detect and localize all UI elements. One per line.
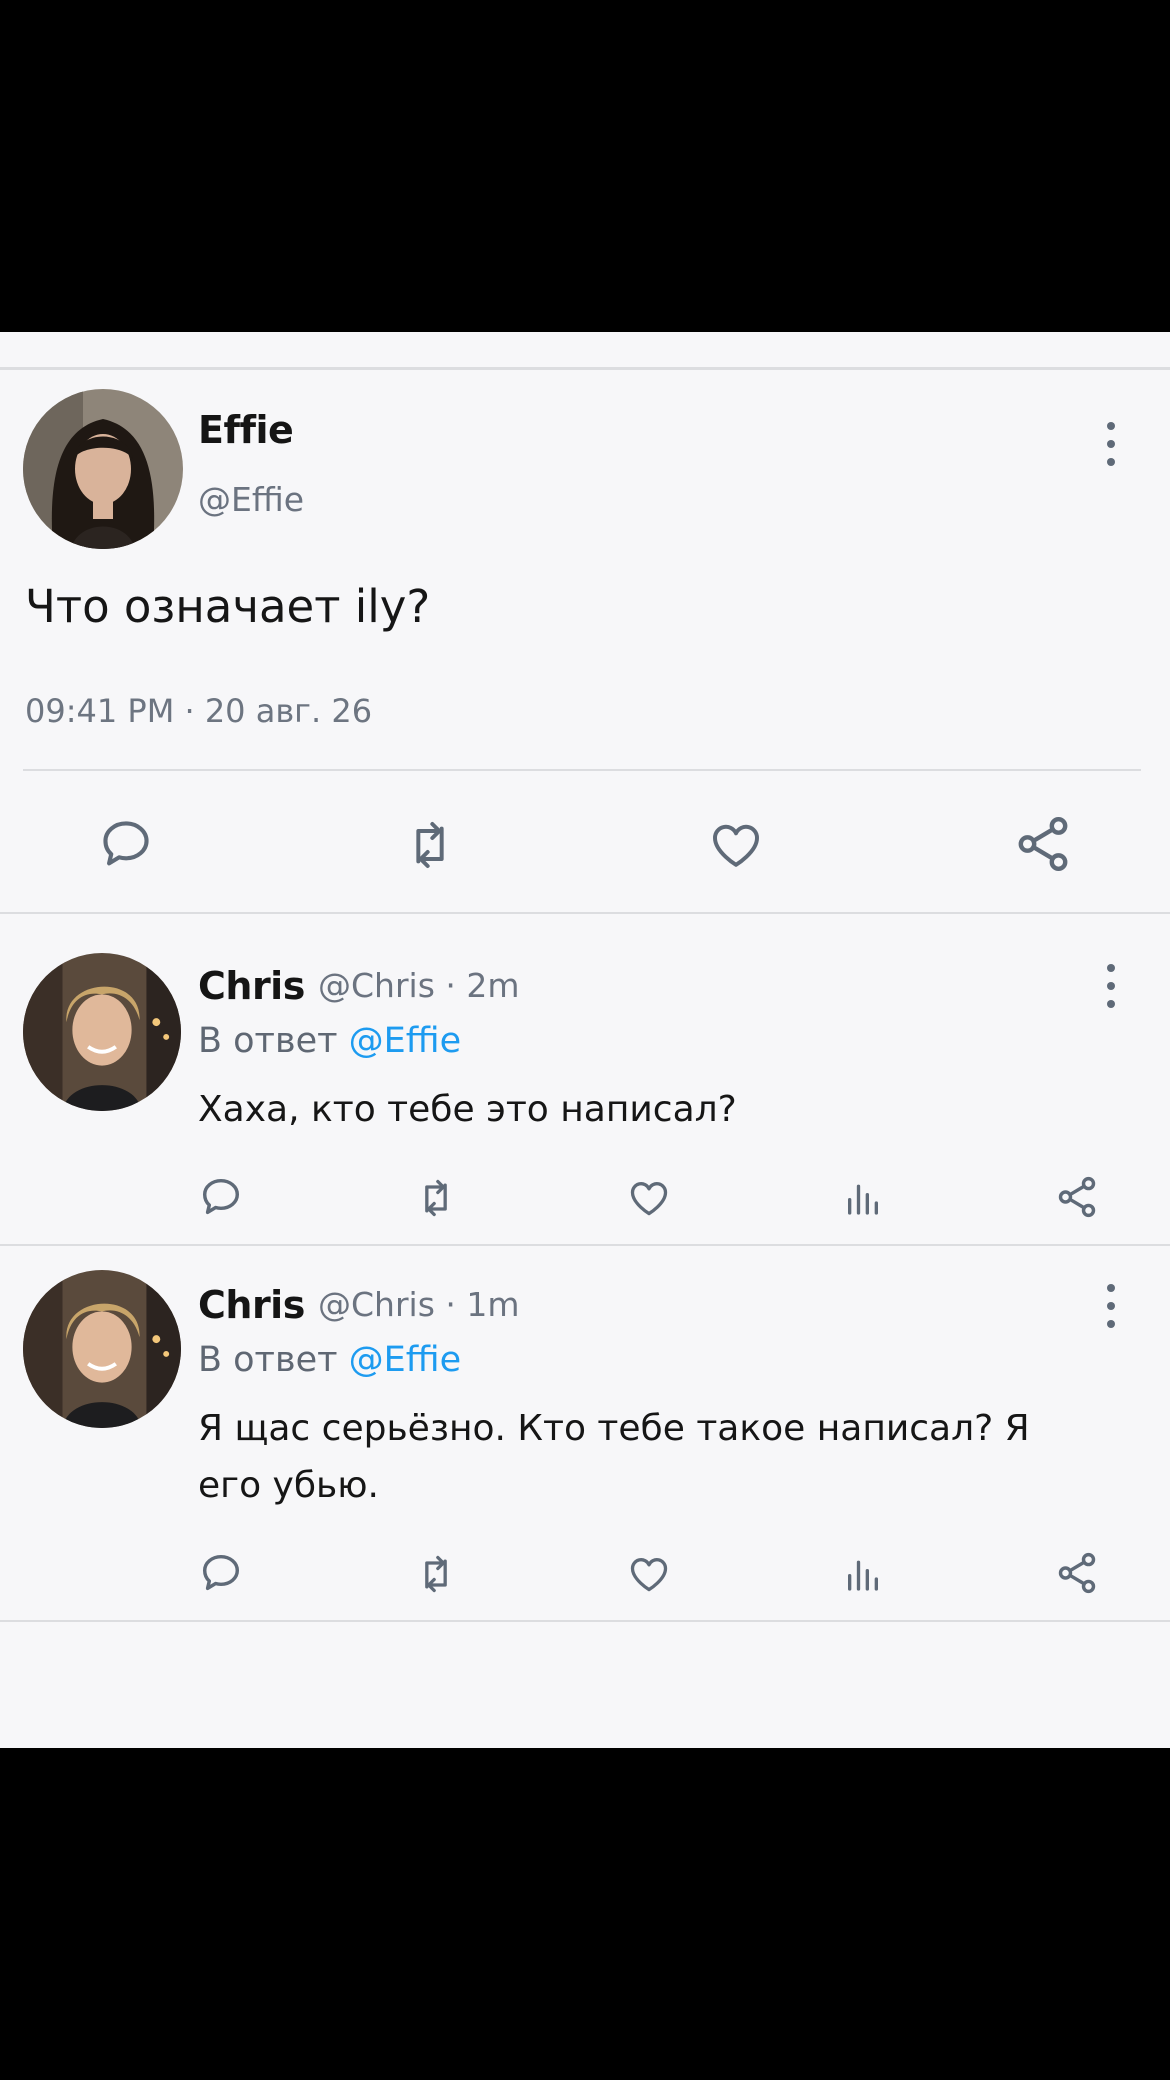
letterbox-bottom — [0, 1748, 1170, 2080]
reply-text: Хаха, кто тебе это написал? — [198, 1089, 737, 1130]
effie-avatar[interactable] — [23, 389, 183, 549]
more-vertical-icon[interactable] — [1104, 422, 1118, 466]
mention-link[interactable]: @Effie — [349, 1021, 462, 1061]
heart-icon[interactable] — [706, 817, 766, 873]
chris-avatar[interactable] — [23, 953, 181, 1111]
tweet-timestamp: 09:41 PM · 20 авг. 26 — [25, 692, 373, 730]
thread-screen: Effie @Effie Что означает ily? 09:41 PM … — [0, 332, 1170, 1748]
share-icon[interactable] — [1054, 1174, 1100, 1220]
heart-icon[interactable] — [626, 1176, 672, 1220]
comment-icon[interactable] — [198, 1174, 244, 1220]
share-icon[interactable] — [1012, 813, 1074, 875]
reply-divider — [0, 1620, 1170, 1622]
author-name[interactable]: Effie — [198, 408, 294, 452]
tweet-text: Что означает ily? — [25, 580, 431, 633]
reply-divider — [0, 1244, 1170, 1246]
author-name[interactable]: Chris — [198, 964, 305, 1008]
more-vertical-icon[interactable] — [1104, 964, 1118, 1008]
comment-icon[interactable] — [198, 1550, 244, 1596]
more-vertical-icon[interactable] — [1104, 1284, 1118, 1328]
letterbox-top — [0, 0, 1170, 332]
retweet-icon[interactable] — [411, 1176, 461, 1220]
views-icon[interactable] — [843, 1178, 883, 1218]
mention-link[interactable]: @Effie — [349, 1340, 462, 1380]
stats-divider — [23, 769, 1141, 771]
heart-icon[interactable] — [626, 1552, 672, 1596]
reply-context: В ответ @Effie — [198, 1340, 461, 1380]
handle-and-time[interactable]: @Chris · 1m — [318, 1285, 520, 1324]
reply-context: В ответ @Effie — [198, 1021, 461, 1061]
share-icon[interactable] — [1054, 1550, 1100, 1596]
reply-prefix: В ответ — [198, 1021, 338, 1061]
views-icon[interactable] — [843, 1554, 883, 1594]
chris-avatar[interactable] — [23, 1270, 181, 1428]
retweet-icon[interactable] — [398, 817, 462, 873]
comment-icon[interactable] — [97, 815, 155, 873]
handle-and-time[interactable]: @Chris · 2m — [318, 966, 520, 1005]
retweet-icon[interactable] — [411, 1552, 461, 1596]
header-divider — [0, 367, 1170, 370]
author-handle[interactable]: @Effie — [198, 480, 304, 519]
author-name[interactable]: Chris — [198, 1283, 305, 1327]
reply-prefix: В ответ — [198, 1340, 338, 1380]
tweet-divider — [0, 912, 1170, 914]
reply-text: Я щас серьёзно. Кто тебе такое написал? … — [198, 1408, 1030, 1506]
